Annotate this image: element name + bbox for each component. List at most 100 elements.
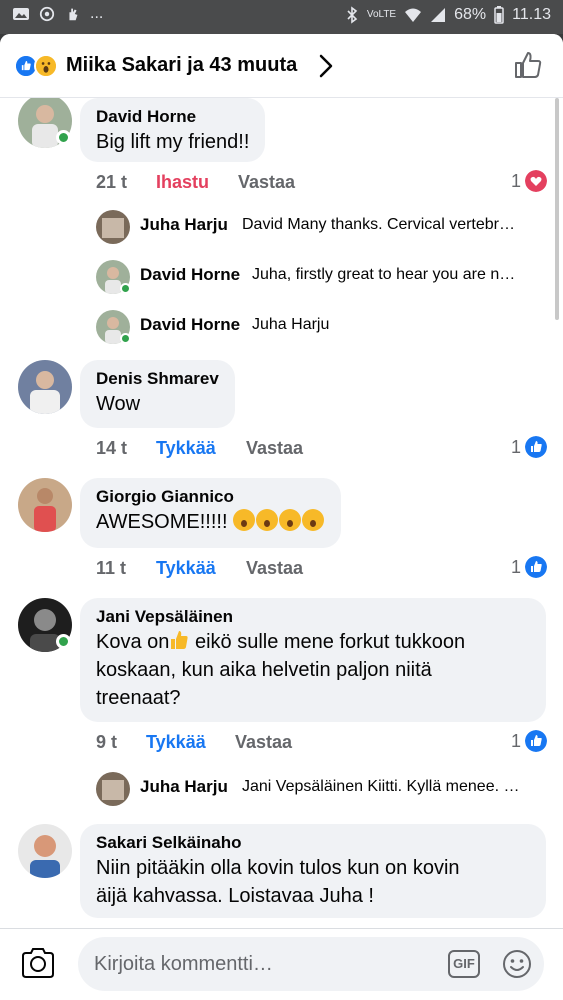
- reactions-header[interactable]: Miika Sakari ja 43 muuta: [0, 34, 563, 98]
- comment-bubble[interactable]: Jani Vepsäläinen Kova on eikö sulle mene…: [80, 598, 546, 722]
- emoji-icon[interactable]: [502, 949, 532, 979]
- reaction-count[interactable]: 1: [511, 556, 547, 578]
- comment-time: 11 t: [96, 558, 127, 578]
- comment-text: Big lift my friend!!: [96, 131, 250, 153]
- reply-text: David Many thanks. Cervical vertebr…: [242, 216, 515, 233]
- comment-author[interactable]: Giorgio Giannico: [96, 486, 325, 508]
- like-button[interactable]: Tykkää: [156, 558, 216, 579]
- comment-time: 9 t: [96, 732, 118, 752]
- status-right: VoLTE 68% 11.13: [345, 6, 551, 24]
- reaction-count-value: 1: [510, 556, 521, 577]
- status-left: ...: [12, 6, 103, 22]
- comment-text: Wow: [96, 393, 141, 415]
- avatar[interactable]: [96, 210, 130, 244]
- comment-author[interactable]: Jani Vepsäläinen: [96, 606, 530, 628]
- avatar-photo: [96, 210, 130, 244]
- online-indicator: [56, 634, 71, 649]
- comment-text: AWESOME!!!!!: [96, 511, 228, 533]
- comment-text: Kova on: [96, 631, 170, 653]
- online-indicator: [120, 333, 131, 344]
- reaction-count-value: 1: [510, 170, 521, 191]
- reaction-icons: [14, 54, 58, 78]
- like-button[interactable]: Tykkää: [156, 438, 216, 459]
- online-indicator: [56, 130, 71, 145]
- clock: 11.13: [512, 6, 551, 23]
- avatar[interactable]: [18, 478, 72, 532]
- avatar-photo: [18, 360, 72, 414]
- avatar[interactable]: [18, 360, 72, 414]
- astonished-emoji-icon: [233, 509, 256, 531]
- hand-icon: [69, 8, 78, 21]
- reply-text: Juha Harju: [252, 316, 330, 333]
- comments-sheet: Miika Sakari ja 43 muuta David Horne Big…: [0, 34, 563, 1000]
- status-bar: ... VoLTE 68% 11.13: [0, 0, 563, 34]
- reaction-count-value: 1: [510, 436, 521, 457]
- like-reaction-icon: [525, 730, 547, 752]
- reply-author[interactable]: Juha Harju: [140, 777, 228, 797]
- comment-text: treenaat?: [96, 687, 181, 709]
- avatar-photo: [18, 824, 72, 878]
- wow-reaction-icon: [34, 54, 58, 78]
- comment-composer: Kirjoita kommentti… GIF: [0, 928, 563, 1000]
- image-icon: [13, 8, 29, 20]
- reply-button[interactable]: Vastaa: [238, 172, 295, 193]
- comment-placeholder: Kirjoita kommentti…: [94, 953, 273, 975]
- reply-text: Jani Vepsäläinen Kiitti. Kyllä menee. …: [242, 778, 520, 795]
- comment-bubble[interactable]: Sakari Selkäinaho Niin pitääkin olla kov…: [80, 824, 546, 918]
- whatsapp-icon: [39, 6, 55, 22]
- avatar[interactable]: [18, 824, 72, 878]
- comment-time: 14 t: [96, 438, 128, 458]
- comment-bubble[interactable]: Denis Shmarev Wow: [80, 360, 235, 428]
- react-button[interactable]: Ihastu: [156, 172, 209, 193]
- reply-button[interactable]: Vastaa: [235, 732, 292, 753]
- camera-icon[interactable]: [20, 947, 56, 979]
- love-reaction-icon: [525, 170, 547, 192]
- avatar[interactable]: [96, 772, 130, 806]
- reply-author[interactable]: David Horne: [140, 315, 240, 335]
- like-button[interactable]: Tykkää: [146, 732, 206, 753]
- reply-text: Juha, firstly great to hear you are n…: [252, 266, 516, 283]
- battery-level: 68%: [454, 6, 487, 23]
- comment-text-line: Kova on eikö sulle mene forkut tukkoon: [96, 628, 530, 656]
- avatar-photo: [18, 478, 72, 532]
- comment-bubble[interactable]: David Horne Big lift my friend!!: [80, 98, 266, 162]
- reaction-count[interactable]: 1: [511, 170, 547, 192]
- chevron-right-icon[interactable]: [318, 53, 334, 79]
- reaction-count[interactable]: 1: [511, 436, 547, 458]
- astonished-emoji-icon: [279, 509, 302, 531]
- scrollbar[interactable]: [555, 98, 559, 320]
- reaction-count-value: 1: [510, 730, 521, 751]
- reaction-count[interactable]: 1: [511, 730, 547, 752]
- comment-author[interactable]: Sakari Selkäinaho: [96, 832, 530, 854]
- comment-text: Niin pitääkin olla kovin tulos kun on ko…: [96, 857, 460, 879]
- comment-bubble[interactable]: Giorgio Giannico AWESOME!!!!!: [80, 478, 342, 548]
- reply-button[interactable]: Vastaa: [246, 438, 303, 459]
- wifi-icon: [405, 8, 422, 22]
- thumbs-up-emoji-icon: [171, 631, 188, 649]
- reply-button[interactable]: Vastaa: [246, 558, 303, 579]
- comment-author[interactable]: David Horne: [96, 106, 249, 128]
- astonished-emoji-icon: [302, 509, 325, 531]
- reply-author[interactable]: David Horne: [140, 265, 240, 285]
- reactions-summary[interactable]: Miika Sakari ja 43 muuta: [66, 54, 297, 77]
- status-dots: ...: [90, 5, 104, 22]
- bluetooth-icon: [347, 6, 358, 24]
- comment-input[interactable]: Kirjoita kommentti… GIF: [78, 937, 544, 991]
- signal-icon: [431, 8, 446, 22]
- network-label: VoLTE: [366, 9, 397, 20]
- comment-time: 21 t: [96, 172, 128, 192]
- comment-text: koskaan, kun aika helvetin paljon niitä: [96, 659, 432, 681]
- like-reaction-icon: [525, 436, 547, 458]
- comment-author[interactable]: Denis Shmarev: [96, 368, 219, 390]
- reply-author[interactable]: Juha Harju: [140, 215, 228, 235]
- like-reaction-icon: [525, 556, 547, 578]
- battery-icon: [494, 6, 504, 24]
- like-outline-icon[interactable]: [513, 50, 543, 80]
- astonished-emoji-icon: [256, 509, 279, 531]
- comment-text-row: AWESOME!!!!!: [96, 508, 325, 536]
- gif-button[interactable]: GIF: [448, 950, 480, 978]
- avatar-photo: [96, 772, 130, 806]
- online-indicator: [120, 283, 131, 294]
- comment-text: äijä kahvassa. Loistavaa Juha !: [96, 885, 374, 907]
- comment-text: eikö sulle mene forkut tukkoon: [189, 631, 466, 653]
